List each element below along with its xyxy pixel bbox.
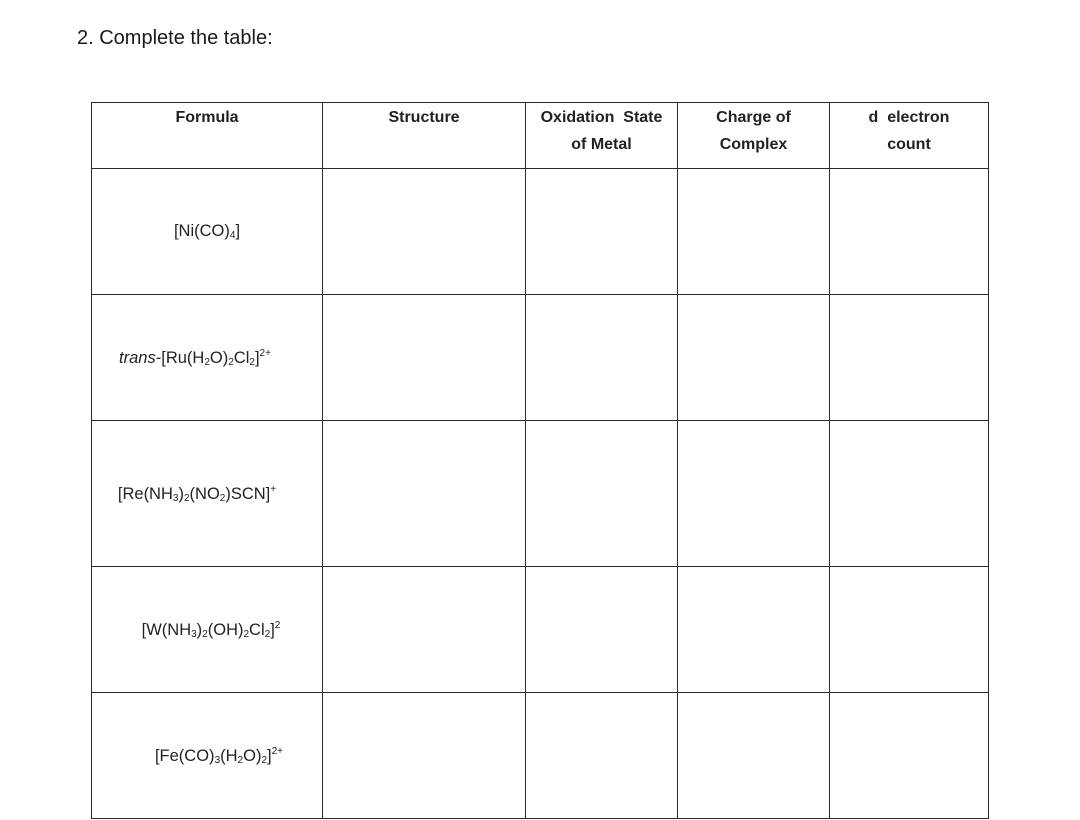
formula-cell: [Ni(CO)4]	[91, 168, 323, 295]
header-label: Structure	[388, 109, 460, 126]
oxidation-state-cell[interactable]	[525, 420, 678, 567]
formula-cell: [W(NH3)2(OH)2Cl2]2	[91, 566, 323, 693]
oxidation-state-cell[interactable]	[525, 294, 678, 421]
header-d-electron-count: d electron count	[829, 102, 989, 169]
header-oxidation-state: Oxidation State of Metal	[525, 102, 678, 169]
header-label-line2: Complex	[719, 136, 788, 153]
formula-cell: trans-[Ru(H2O)2Cl2]2+	[91, 294, 323, 421]
d-electron-count-cell[interactable]	[829, 692, 989, 819]
oxidation-state-cell[interactable]	[525, 168, 678, 295]
oxidation-state-cell[interactable]	[525, 566, 678, 693]
question-title: 2. Complete the table:	[77, 27, 273, 49]
structure-cell[interactable]	[322, 692, 526, 819]
d-electron-count-cell[interactable]	[829, 420, 989, 567]
header-row: Formula Structure Oxidation State of Meta…	[91, 102, 989, 169]
formula-text: trans-[Ru(H2O)2Cl2]2+	[119, 347, 271, 368]
charge-cell[interactable]	[677, 168, 830, 295]
oxidation-state-cell[interactable]	[525, 692, 678, 819]
header-label-line2: count	[887, 136, 931, 153]
formula-text: [Ni(CO)4]	[173, 222, 241, 241]
header-formula: Formula	[91, 102, 323, 169]
formula-cell: [Re(NH3)2(NO2)SCN]+	[91, 420, 323, 567]
table-row: [Re(NH3)2(NO2)SCN]+	[91, 420, 989, 567]
formula-cell: [Fe(CO)3(H2O)2]2+	[91, 692, 323, 819]
header-label: Charge of	[716, 109, 791, 126]
structure-cell[interactable]	[322, 420, 526, 567]
table-row: [Fe(CO)3(H2O)2]2+	[91, 692, 989, 819]
formula-text: [Re(NH3)2(NO2)SCN]+	[117, 483, 277, 504]
header-label: d electron	[868, 109, 950, 126]
table-row: trans-[Ru(H2O)2Cl2]2+	[91, 294, 989, 421]
table-row: [Ni(CO)4]	[91, 168, 989, 295]
formula-text: [W(NH3)2(OH)2Cl2]2	[141, 619, 281, 640]
complex-table: Formula Structure Oxidation State of Meta…	[91, 102, 989, 819]
header-charge: Charge of Complex	[677, 102, 830, 169]
header-label: Oxidation State	[540, 109, 663, 126]
table-row: [W(NH3)2(OH)2Cl2]2	[91, 566, 989, 693]
structure-cell[interactable]	[322, 168, 526, 295]
header-label: Formula	[175, 109, 239, 126]
d-electron-count-cell[interactable]	[829, 168, 989, 295]
charge-cell[interactable]	[677, 294, 830, 421]
d-electron-count-cell[interactable]	[829, 566, 989, 693]
charge-cell[interactable]	[677, 420, 830, 567]
charge-cell[interactable]	[677, 692, 830, 819]
formula-text: [Fe(CO)3(H2O)2]2+	[154, 745, 284, 766]
structure-cell[interactable]	[322, 294, 526, 421]
structure-cell[interactable]	[322, 566, 526, 693]
header-structure: Structure	[322, 102, 526, 169]
header-label-line2: of Metal	[571, 136, 632, 153]
charge-cell[interactable]	[677, 566, 830, 693]
d-electron-count-cell[interactable]	[829, 294, 989, 421]
